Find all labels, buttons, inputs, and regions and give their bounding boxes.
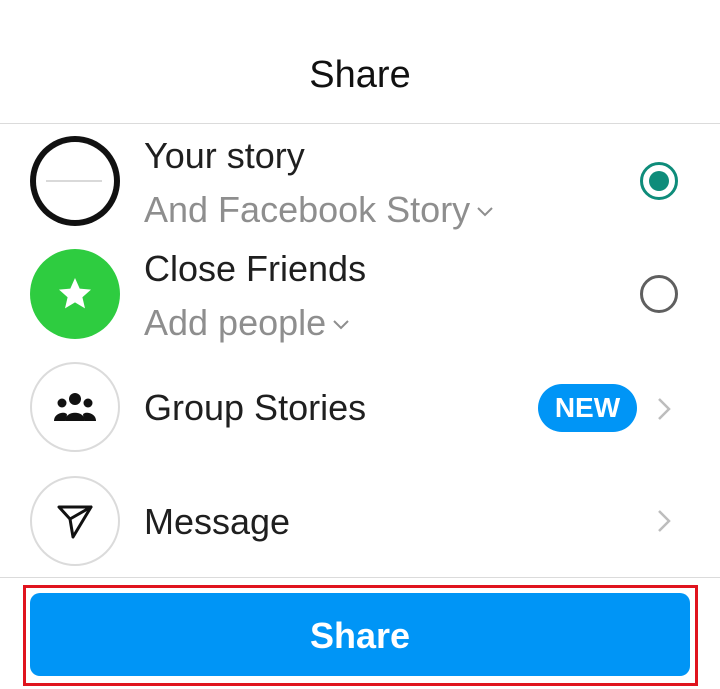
share-option-close-friends[interactable]: Close Friends Add people — [0, 236, 720, 348]
option-subtitle: Add people — [144, 302, 327, 343]
your-story-radio[interactable] — [640, 162, 678, 200]
add-people-dropdown[interactable]: Add people — [144, 301, 350, 345]
option-title: Your story — [144, 135, 305, 176]
profile-avatar — [30, 136, 120, 226]
share-button[interactable]: Share — [30, 593, 690, 676]
option-subtitle: And Facebook Story — [144, 189, 471, 230]
message-avatar — [30, 476, 120, 566]
option-title: Message — [144, 501, 291, 542]
share-option-group-stories[interactable]: Group Stories NEW — [0, 348, 720, 464]
send-icon — [57, 505, 93, 539]
chevron-right-icon — [658, 398, 671, 420]
group-icon — [54, 393, 96, 421]
close-friends-radio[interactable] — [640, 275, 678, 313]
close-friends-avatar — [30, 249, 120, 339]
group-stories-avatar — [30, 362, 120, 452]
option-title: Close Friends — [144, 248, 367, 289]
star-icon — [59, 278, 91, 309]
footer-divider — [0, 577, 720, 578]
option-title: Group Stories — [144, 387, 367, 428]
share-option-your-story[interactable]: Your story And Facebook Story — [0, 124, 720, 236]
share-option-message[interactable]: Message — [0, 464, 720, 577]
chevron-down-icon — [333, 320, 349, 330]
sheet-title: Share — [309, 54, 411, 96]
share-sheet-header: Share — [0, 0, 720, 124]
chevron-right-icon — [658, 510, 671, 532]
chevron-down-icon — [477, 207, 493, 217]
new-badge: NEW — [538, 384, 637, 432]
facebook-story-dropdown[interactable]: And Facebook Story — [144, 188, 494, 232]
